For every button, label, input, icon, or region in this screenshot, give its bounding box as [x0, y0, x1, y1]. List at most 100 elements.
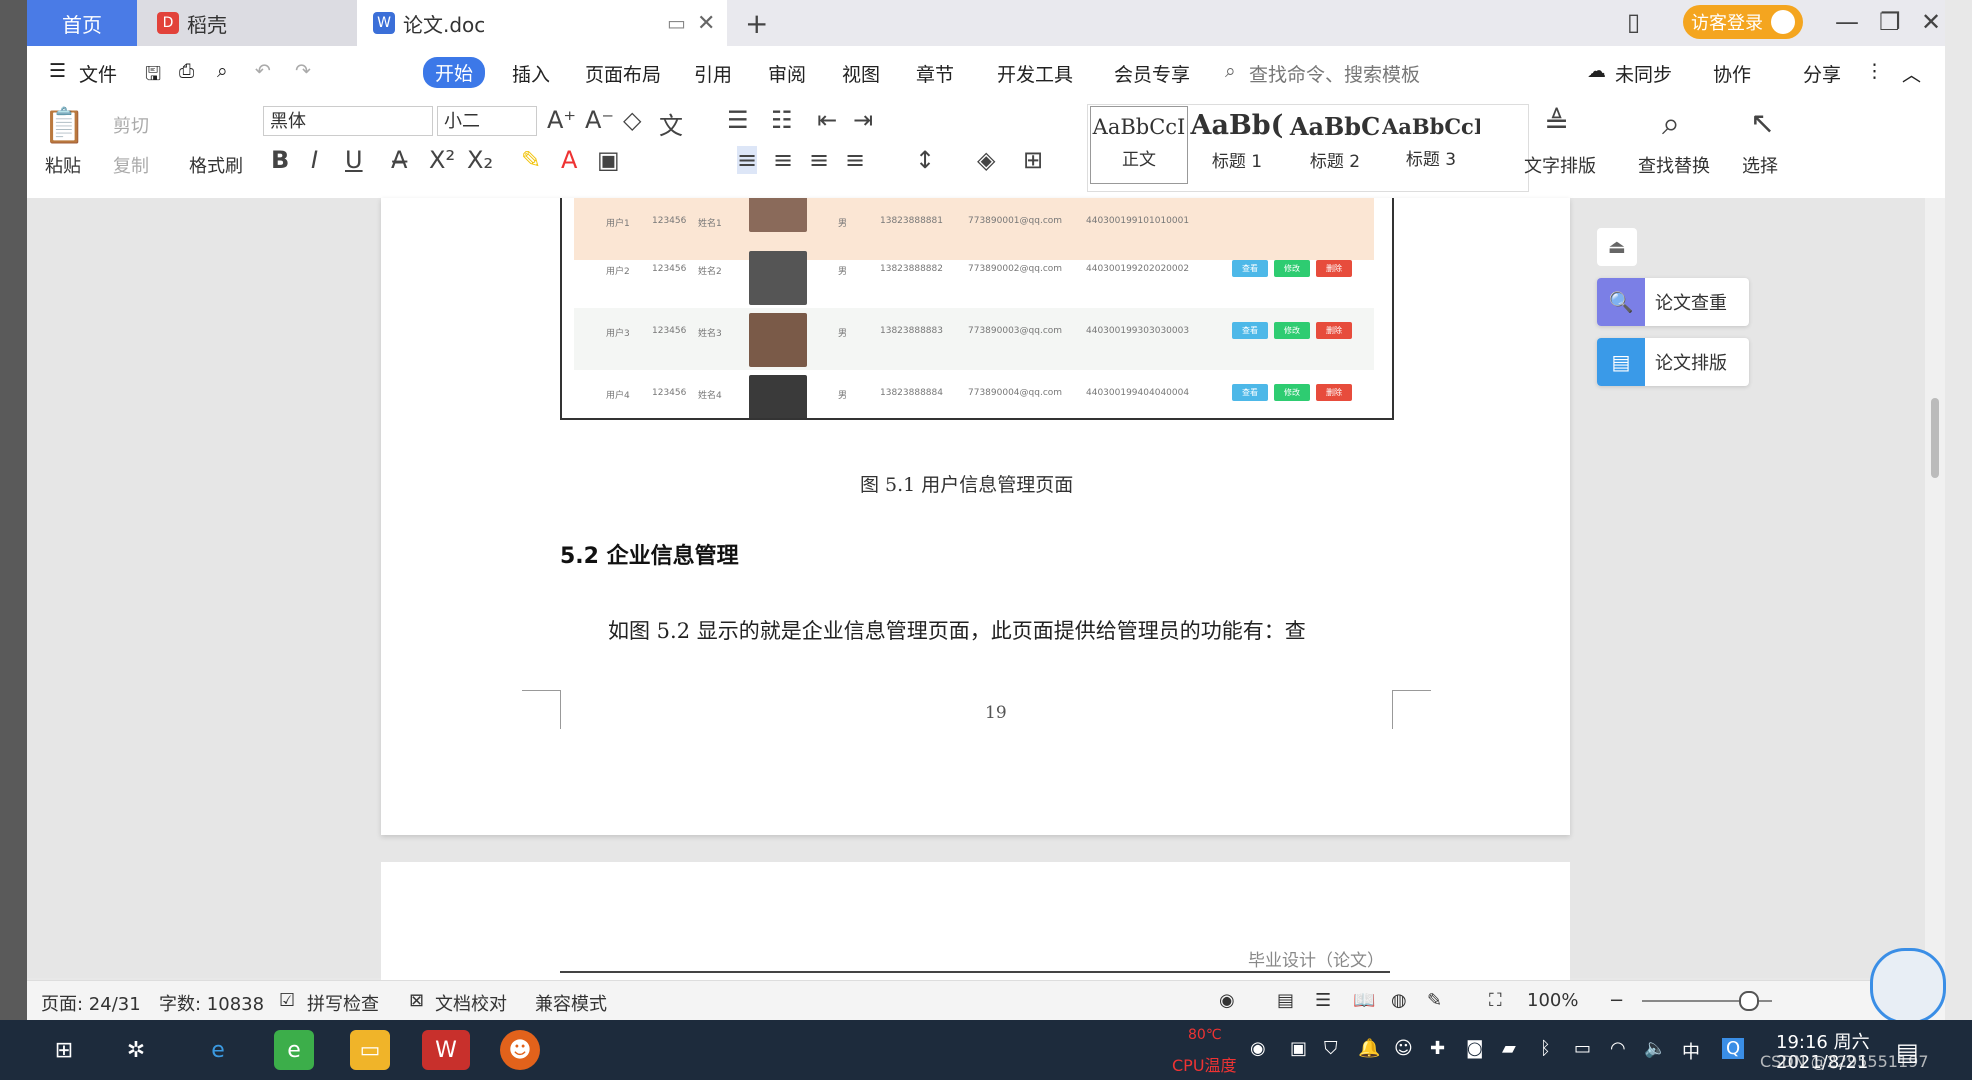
tab-document[interactable]: W 论文.doc ▭ ✕ — [357, 0, 727, 46]
page-view-icon[interactable]: ▤ — [1277, 990, 1294, 1011]
restore-icon[interactable]: ❐ — [1879, 8, 1901, 36]
zoom-out-icon[interactable]: − — [1609, 990, 1624, 1011]
pen-icon[interactable]: ✎ — [1427, 990, 1442, 1011]
tray-blue-icon[interactable]: ◙ — [1466, 1038, 1483, 1059]
new-tab-button[interactable]: + — [745, 0, 768, 46]
decrease-font-icon[interactable]: A⁻ — [585, 106, 614, 134]
increase-font-icon[interactable]: A⁺ — [547, 106, 576, 134]
tray-game-icon[interactable]: ✚ — [1430, 1038, 1445, 1059]
windows-start-icon[interactable]: ⊞ — [44, 1030, 84, 1070]
cursor-icon[interactable]: ↖ — [1750, 106, 1775, 141]
number-list-icon[interactable]: ☷ — [771, 106, 793, 134]
notification-bell-icon[interactable]: 🔔 — [1358, 1038, 1380, 1059]
tray-shield-icon[interactable]: ⛉ — [1324, 1038, 1338, 1059]
nvidia-icon[interactable]: ▰ — [1502, 1038, 1516, 1059]
word-count[interactable]: 字数: 10838 — [159, 990, 264, 1016]
tab-daoke[interactable]: D 稻壳 — [137, 0, 357, 46]
menu-member[interactable]: 会员专享 — [1114, 60, 1190, 87]
highlight-icon[interactable]: ✎ — [521, 146, 541, 174]
next-page[interactable] — [381, 862, 1570, 982]
cloud-sync-icon[interactable]: ☁ — [1587, 60, 1606, 82]
char-border-icon[interactable]: ▣ — [597, 146, 620, 174]
font-color-icon[interactable]: A — [561, 146, 577, 174]
hamburger-icon[interactable]: ☰ — [49, 60, 66, 82]
style-heading2[interactable]: AaBbC 标题 2 — [1286, 106, 1384, 184]
strikethrough-icon[interactable]: A̶ — [391, 146, 407, 174]
app-taskbar-icon[interactable]: ☻ — [500, 1030, 540, 1070]
indent-icon[interactable]: ⇥ — [853, 106, 873, 134]
browser-icon[interactable]: e — [274, 1030, 314, 1070]
panel-collapse-icon[interactable]: ⏏ — [1597, 228, 1637, 266]
eye-icon[interactable]: ◉ — [1219, 990, 1235, 1011]
subscript-icon[interactable]: X₂ — [467, 146, 493, 174]
command-search-input[interactable]: 查找命令、搜索模板 — [1249, 60, 1420, 87]
menu-view[interactable]: 视图 — [842, 60, 880, 87]
paste-button[interactable]: 粘贴 — [45, 152, 81, 178]
undo-icon[interactable]: ↶ — [255, 60, 271, 82]
clear-format-icon[interactable]: ◇ — [623, 106, 641, 134]
battery-icon[interactable]: ▭ — [1574, 1038, 1591, 1059]
scroll-thumb[interactable] — [1931, 398, 1939, 478]
tab-home[interactable]: 首页 — [27, 0, 137, 46]
clock-time[interactable]: 19:16 周六 — [1776, 1028, 1870, 1054]
file-explorer-icon[interactable]: ▭ — [350, 1030, 390, 1070]
menu-start[interactable]: 开始 — [423, 57, 486, 88]
plagiarism-check-button[interactable]: 🔍 论文查重 — [1597, 278, 1749, 326]
font-size-select[interactable]: 小二 — [437, 106, 537, 136]
vertical-scrollbar[interactable] — [1925, 198, 1945, 978]
border-icon[interactable]: ⊞ — [1023, 146, 1043, 174]
page-indicator[interactable]: 页面: 24/31 — [41, 990, 141, 1016]
ie-browser-icon[interactable]: e — [198, 1030, 238, 1070]
tray-q-icon[interactable]: Q — [1722, 1038, 1745, 1059]
magnifier-icon[interactable]: ⌕ — [1662, 104, 1680, 143]
volume-icon[interactable]: 🔈 — [1644, 1038, 1666, 1059]
preview-icon[interactable]: ⌕ — [217, 60, 228, 82]
web-view-icon[interactable]: ◍ — [1391, 990, 1407, 1011]
pinyin-icon[interactable]: 文 — [659, 106, 683, 141]
menu-review[interactable]: 审阅 — [768, 60, 806, 87]
thesis-layout-button[interactable]: ▤ 论文排版 — [1597, 338, 1749, 386]
menu-references[interactable]: 引用 — [694, 60, 732, 87]
zoom-level[interactable]: 100% — [1527, 990, 1578, 1011]
more-icon[interactable]: ⋮ — [1865, 60, 1884, 82]
menu-insert[interactable]: 插入 — [512, 60, 550, 87]
zoom-slider-thumb[interactable] — [1739, 991, 1759, 1011]
redo-icon[interactable]: ↷ — [295, 60, 311, 82]
format-painter-button[interactable]: 格式刷 — [189, 152, 243, 178]
collab-button[interactable]: 协作 — [1713, 60, 1751, 87]
qq-icon[interactable]: ☺ — [1394, 1038, 1413, 1059]
bluetooth-icon[interactable]: ᛒ — [1540, 1038, 1551, 1059]
doc-proof-button[interactable]: 文档校对 — [435, 990, 507, 1016]
text-layout-icon[interactable]: ≜ — [1544, 106, 1569, 141]
read-view-icon[interactable]: 📖 — [1353, 990, 1375, 1011]
style-heading1[interactable]: AaBb( 标题 1 — [1188, 106, 1286, 184]
style-heading3[interactable]: AaBbCcI 标题 3 — [1382, 106, 1480, 184]
find-replace-button[interactable]: 查找替换 — [1638, 152, 1710, 178]
menu-page-layout[interactable]: 页面布局 — [585, 60, 661, 87]
cut-button[interactable]: 剪切 — [113, 112, 149, 138]
line-spacing-icon[interactable]: ↕ — [915, 146, 935, 174]
underline-icon[interactable]: U — [345, 146, 363, 174]
action-center-icon[interactable]: ▤ — [1896, 1038, 1919, 1066]
minimize-icon[interactable]: — — [1835, 8, 1859, 36]
menu-chapter[interactable]: 章节 — [916, 60, 954, 87]
clipboard-icon[interactable]: 📋 — [43, 106, 85, 146]
spell-check-button[interactable]: 拼写检查 — [307, 990, 379, 1016]
menu-file[interactable]: 文件 — [79, 60, 117, 87]
fit-page-icon[interactable]: ⛶ — [1489, 990, 1502, 1011]
wps-taskbar-icon[interactable]: W — [422, 1030, 470, 1070]
style-normal[interactable]: AaBbCcI 正文 — [1090, 106, 1188, 184]
print-icon[interactable]: ⎙ — [179, 60, 194, 82]
italic-icon[interactable]: I — [311, 146, 318, 174]
ime-indicator[interactable]: 中 — [1682, 1038, 1700, 1064]
shading-icon[interactable]: ◈ — [977, 146, 995, 174]
tray-app-icon[interactable]: ◉ — [1250, 1038, 1266, 1059]
layout-icon[interactable]: ▯ — [1627, 8, 1640, 36]
outdent-icon[interactable]: ⇤ — [817, 106, 837, 134]
tray-photo-icon[interactable]: ▣ — [1290, 1038, 1307, 1059]
save-icon[interactable]: 🖫 — [145, 60, 161, 92]
text-layout-button[interactable]: 文字排版 — [1524, 152, 1596, 178]
share-button[interactable]: 分享 — [1803, 60, 1841, 87]
align-left-icon[interactable]: ≡ — [737, 146, 758, 174]
align-center-icon[interactable]: ≡ — [773, 146, 793, 174]
